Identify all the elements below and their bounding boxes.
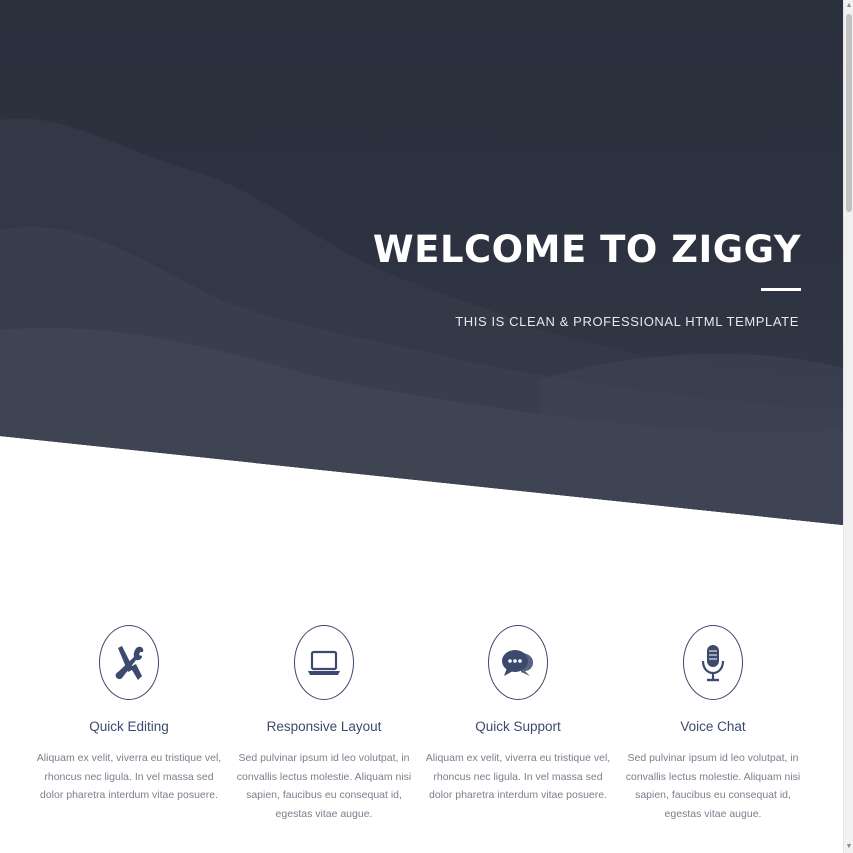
microphone-icon — [701, 644, 725, 681]
feature-quick-editing: Quick Editing Aliquam ex velit, viverra … — [34, 625, 224, 805]
chat-icon — [502, 649, 534, 676]
feature-icon-circle — [683, 625, 743, 700]
page: WELCOME TO ZIGGY THIS IS CLEAN & PROFESS… — [0, 0, 853, 853]
hero-subtitle: THIS IS CLEAN & PROFESSIONAL HTML TEMPLA… — [455, 314, 799, 329]
hero-section: WELCOME TO ZIGGY THIS IS CLEAN & PROFESS… — [0, 0, 843, 525]
feature-description: Sed pulvinar ipsum id leo volutpat, in c… — [236, 752, 412, 820]
vertical-scrollbar[interactable]: ▲ ▼ — [843, 0, 853, 853]
hero-title: WELCOME TO ZIGGY — [372, 228, 801, 271]
laptop-icon — [308, 650, 340, 675]
feature-title: Responsive Layout — [266, 719, 382, 734]
feature-icon-circle — [488, 625, 548, 700]
tools-icon — [115, 645, 144, 680]
feature-description: Aliquam ex velit, viverra eu tristique v… — [425, 752, 611, 801]
scroll-down-arrow-icon[interactable]: ▼ — [845, 843, 853, 851]
feature-voice-chat: Voice Chat Sed pulvinar ipsum id leo vol… — [618, 625, 808, 823]
scroll-up-arrow-icon[interactable]: ▲ — [845, 2, 853, 10]
feature-quick-support: Quick Support Aliquam ex velit, viverra … — [423, 625, 613, 805]
feature-title: Quick Support — [475, 719, 561, 734]
feature-title: Quick Editing — [89, 719, 169, 734]
feature-title: Voice Chat — [680, 719, 746, 734]
hero-divider — [761, 288, 801, 291]
feature-description: Sed pulvinar ipsum id leo volutpat, in c… — [625, 752, 801, 820]
feature-icon-circle — [294, 625, 354, 700]
scrollbar-thumb[interactable] — [846, 14, 852, 212]
feature-description: Aliquam ex velit, viverra eu tristique v… — [36, 752, 222, 801]
feature-icon-circle — [99, 625, 159, 700]
feature-responsive-layout: Responsive Layout Sed pulvinar ipsum id … — [229, 625, 419, 823]
